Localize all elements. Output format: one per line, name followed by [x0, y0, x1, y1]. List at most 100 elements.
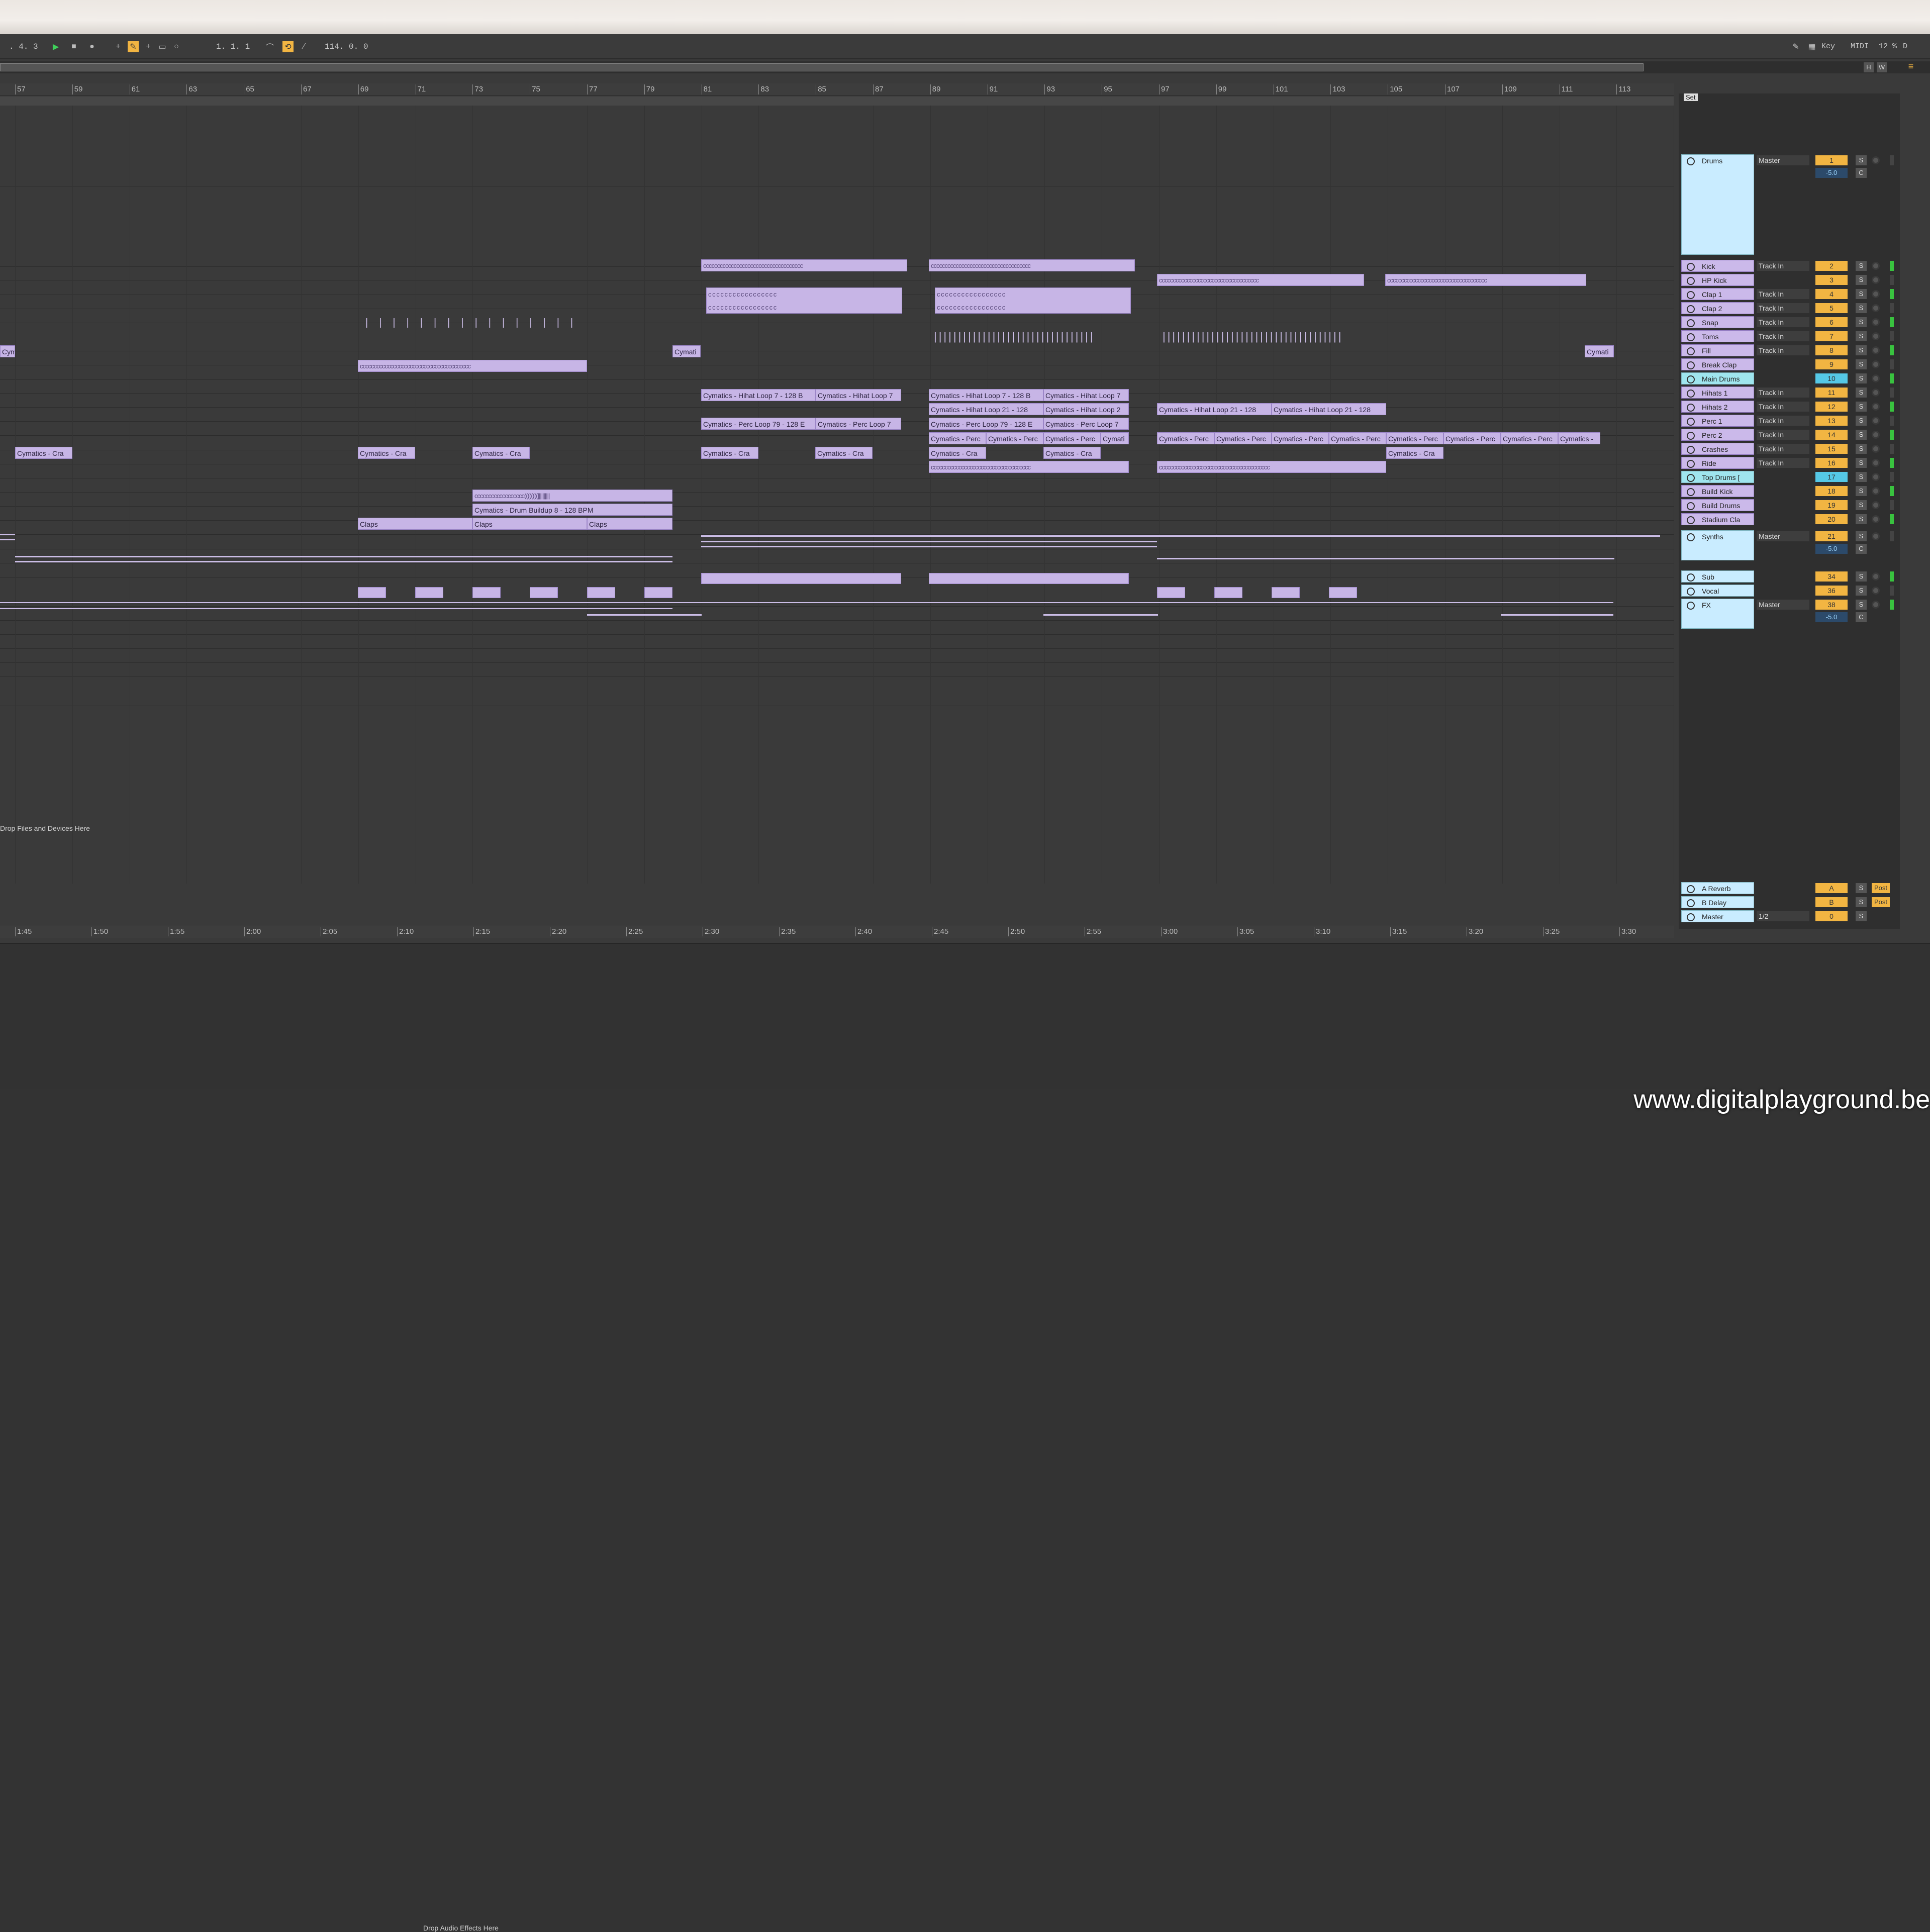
solo-button[interactable]: S	[1856, 514, 1867, 524]
track-name[interactable]: Master	[1681, 910, 1754, 922]
track-fold-icon[interactable]	[1687, 390, 1695, 398]
clip-perc-2c[interactable]: Cymatics - Perc	[1043, 432, 1101, 444]
track-name[interactable]: Main Drums	[1681, 372, 1754, 384]
arm-button[interactable]	[1872, 403, 1880, 411]
clip-perc-2h[interactable]: Cymatics - Perc	[1329, 432, 1386, 444]
clip-hihat-1c[interactable]: Cymatics - Hihat Loop 7 - 128 B	[929, 389, 1043, 401]
clip-snap[interactable]: ||||||||||||||||	[364, 317, 585, 329]
arm-button[interactable]	[1872, 459, 1880, 467]
track-name[interactable]: Toms	[1681, 330, 1754, 342]
clip-vocal[interactable]	[1329, 587, 1357, 598]
play-icon[interactable]: ▶	[50, 41, 61, 52]
track-fold-icon[interactable]	[1687, 375, 1695, 383]
track-name[interactable]: Hihats 1	[1681, 387, 1754, 399]
clip-buildkick[interactable]: cccccccccccccccccc((((((((||||||||||	[472, 490, 672, 502]
solo-button[interactable]: S	[1856, 359, 1867, 369]
clip-kick-2[interactable]: cccccccccccccccccccccccccccccccccccc	[929, 259, 1135, 271]
clip-vocal[interactable]	[358, 587, 386, 598]
track-routing[interactable]: Track In	[1757, 458, 1809, 468]
track-fold-icon[interactable]	[1687, 573, 1695, 582]
arm-button[interactable]	[1872, 156, 1880, 164]
clip-perc-2b[interactable]: Cymatics - Perc	[986, 432, 1043, 444]
track-name[interactable]: Top Drums [	[1681, 471, 1754, 483]
track-fold-icon[interactable]	[1687, 460, 1695, 468]
solo-button[interactable]: S	[1856, 600, 1867, 610]
track-activator[interactable]: 21	[1815, 531, 1848, 541]
track-fold-icon[interactable]	[1687, 432, 1695, 440]
track-activator[interactable]: 9	[1815, 359, 1848, 369]
track-fold-icon[interactable]	[1687, 899, 1695, 907]
track-routing[interactable]: Track In	[1757, 261, 1809, 271]
track-activator[interactable]: A	[1815, 883, 1848, 893]
return-track-master[interactable]: Master 1/2 0 S	[1679, 910, 1900, 923]
solo-button[interactable]: S	[1856, 444, 1867, 454]
clip-perc-2i[interactable]: Cymatics - Perc	[1386, 432, 1443, 444]
track-activator[interactable]: 1	[1815, 155, 1848, 165]
clip-perc-2l[interactable]: Cymatics -	[1558, 432, 1600, 444]
track-fold-icon[interactable]	[1687, 319, 1695, 327]
clip-vocal[interactable]	[1157, 587, 1185, 598]
clip-hpkick-1[interactable]: cccccccccccccccccccccccccccccccccccc	[1157, 274, 1364, 286]
solo-button[interactable]: S	[1856, 289, 1867, 299]
beat-ruler[interactable]: 57 59 61 63 65 67 69 71 73 75 77 79 81 83 85 87 89 91 93 95…	[0, 83, 1674, 95]
clip-sub-1[interactable]	[701, 573, 901, 584]
track-activator[interactable]: 4	[1815, 289, 1848, 299]
clip-claps-b[interactable]: Claps	[472, 518, 587, 530]
clip-claps-1[interactable]: c c c c c c c c c c c c c c c c cc c c c…	[706, 287, 902, 314]
track-name[interactable]: Perc 1	[1681, 415, 1754, 427]
mixer-track-crashes[interactable]: Crashes Track In 15 S	[1679, 442, 1900, 455]
clip-crash-7[interactable]: Cymatics - Cra	[1043, 447, 1101, 459]
track-fold-icon[interactable]	[1687, 488, 1695, 496]
arm-button[interactable]	[1872, 276, 1880, 284]
track-routing[interactable]: Track In	[1757, 317, 1809, 327]
clip-builddrums[interactable]: Cymatics - Drum Buildup 8 - 128 BPM	[472, 504, 672, 516]
track-fold-icon[interactable]	[1687, 533, 1695, 541]
clip-breakclap[interactable]: cccccccccccccccccccccccccccccccccccccccc	[358, 360, 587, 372]
track-name[interactable]: Clap 2	[1681, 302, 1754, 314]
track-activator[interactable]: 18	[1815, 486, 1848, 496]
solo-button[interactable]: S	[1856, 531, 1867, 541]
track-routing[interactable]: Track In	[1757, 289, 1809, 299]
clip-perc-2d[interactable]: Cymati	[1101, 432, 1129, 444]
arm-button[interactable]	[1872, 572, 1880, 581]
arm-button[interactable]	[1872, 290, 1880, 298]
solo-button[interactable]: S	[1856, 275, 1867, 285]
clip-crash-4[interactable]: Cymatics - Cra	[701, 447, 758, 459]
pencil-icon[interactable]: ✎	[1790, 41, 1801, 52]
track-activator[interactable]: 12	[1815, 402, 1848, 412]
mixer-track-synths[interactable]: Synths Master 21 S -5.0 C	[1679, 530, 1900, 560]
arm-button[interactable]	[1872, 587, 1880, 595]
track-routing[interactable]: Master	[1757, 155, 1809, 165]
track-activator[interactable]: 34	[1815, 571, 1848, 582]
track-fold-icon[interactable]	[1687, 502, 1695, 510]
clip-hihat-2b[interactable]: Cymatics - Hihat Loop 2	[1043, 403, 1129, 415]
clip-vocal[interactable]	[415, 587, 443, 598]
clip-claps-c[interactable]: Claps	[587, 518, 672, 530]
track-pan[interactable]: C	[1856, 168, 1867, 178]
track-fold-icon[interactable]	[1687, 404, 1695, 412]
track-routing[interactable]: Track In	[1757, 345, 1809, 355]
return-track-a-reverb[interactable]: A Reverb A S Post	[1679, 882, 1900, 895]
clip-perc-2k[interactable]: Cymatics - Perc	[1501, 432, 1558, 444]
mixer-track-perc-2[interactable]: Perc 2 Track In 14 S	[1679, 428, 1900, 441]
clip-ride-1[interactable]: cccccccccccccccccccccccccccccccccccc	[929, 461, 1129, 473]
track-name[interactable]: Drums	[1681, 154, 1754, 255]
automation-arm-icon[interactable]: ✎	[128, 41, 139, 52]
track-name[interactable]: Build Kick	[1681, 485, 1754, 497]
track-activator[interactable]: 3	[1815, 275, 1848, 285]
clip-toms-2[interactable]: |||||||||||||||||||||||||||||||||||||	[1161, 331, 1387, 343]
solo-button[interactable]: S	[1856, 373, 1867, 383]
solo-button[interactable]: S	[1856, 155, 1867, 165]
track-activator[interactable]: 5	[1815, 303, 1848, 313]
clip-hihat-1b[interactable]: Cymatics - Hihat Loop 7	[816, 389, 901, 401]
arrangement-overview[interactable]: H W ≡	[0, 61, 1930, 73]
master-routing[interactable]: 1/2	[1757, 911, 1809, 921]
track-routing[interactable]: Master	[1757, 600, 1809, 610]
mixer-track-build-kick[interactable]: Build Kick 18 S	[1679, 485, 1900, 498]
mixer-track-hp-kick[interactable]: HP Kick 3 S	[1679, 273, 1900, 286]
track-volume[interactable]: -5.0	[1815, 612, 1848, 622]
track-name[interactable]: Hihats 2	[1681, 401, 1754, 413]
clip-vocal[interactable]	[530, 587, 558, 598]
loop-brace-strip[interactable]	[0, 96, 1674, 106]
track-routing[interactable]: Track In	[1757, 416, 1809, 426]
